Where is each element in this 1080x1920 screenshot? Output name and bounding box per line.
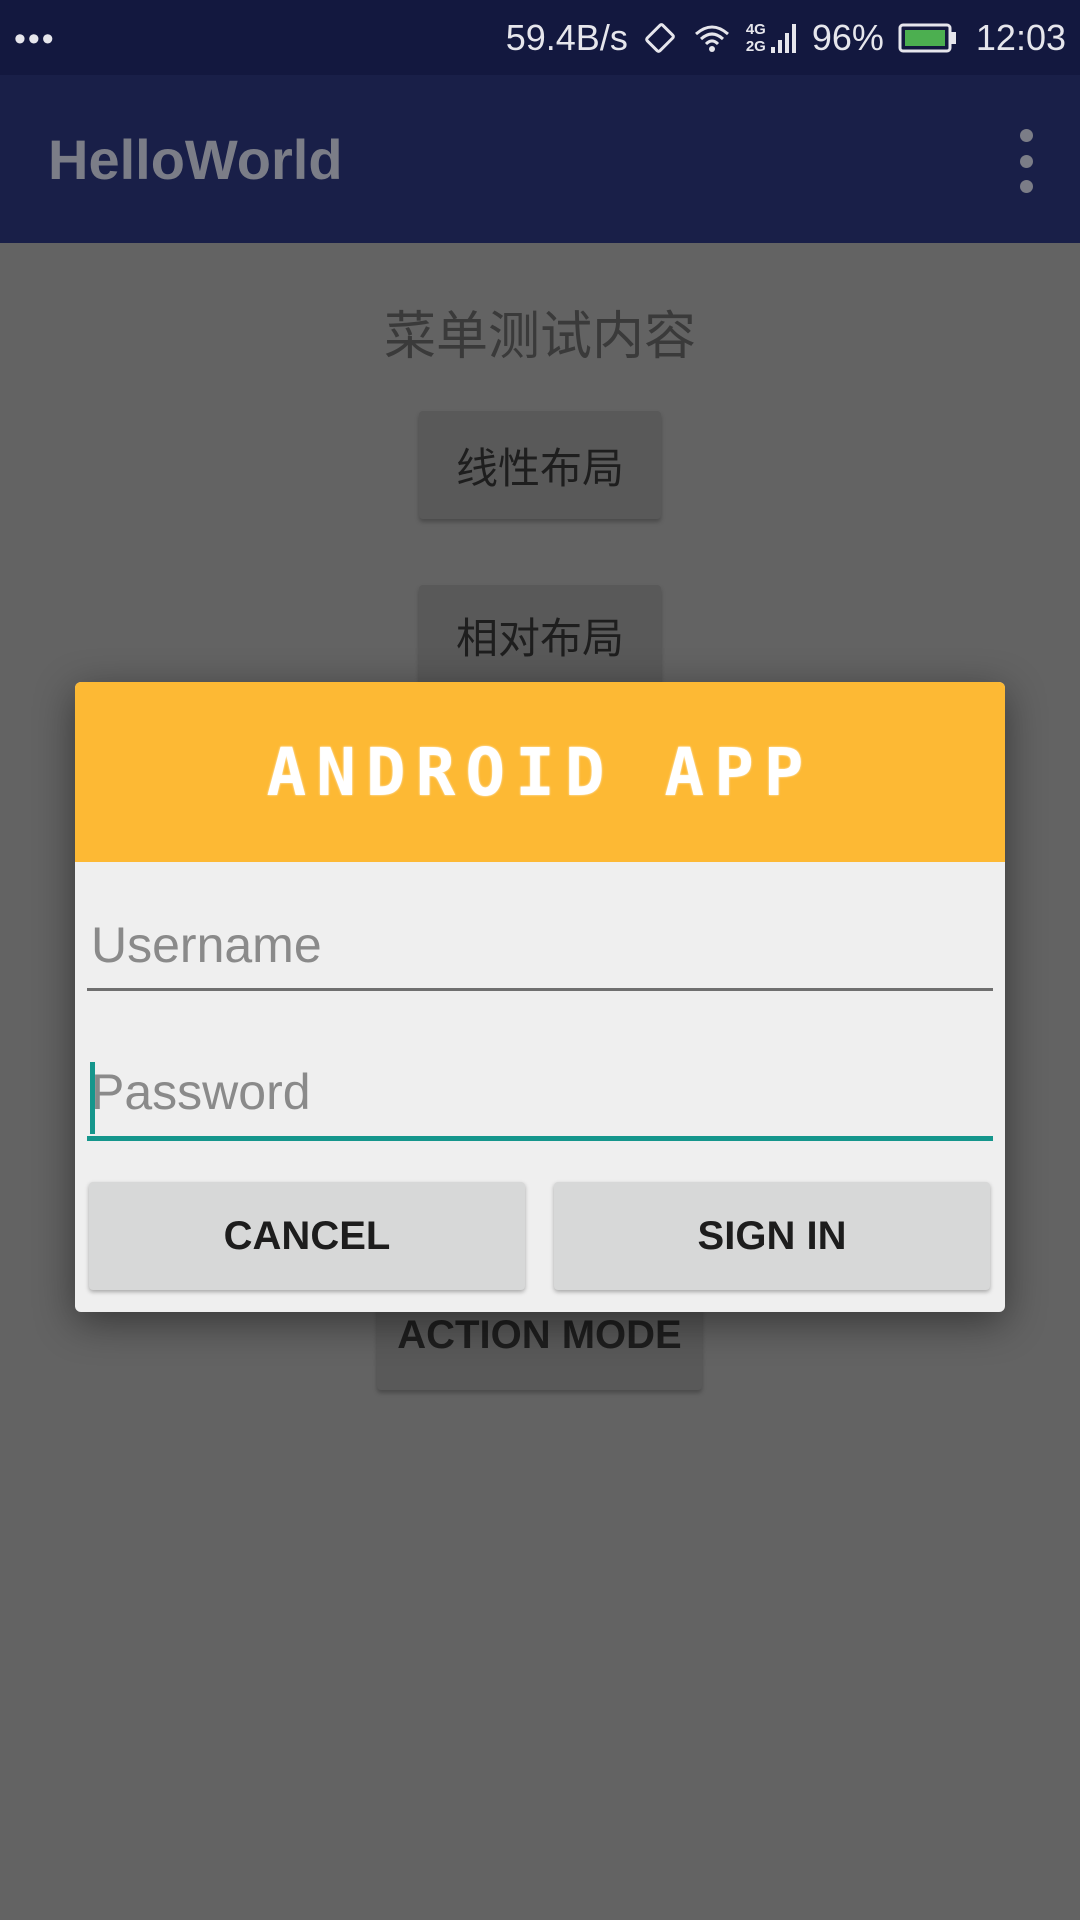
wifi-icon — [692, 20, 732, 56]
battery-percent: 96% — [811, 16, 884, 58]
linear-layout-button[interactable]: 线性布局 — [419, 411, 661, 519]
status-bar: ••• 59.4B/s 4G 2G 96% 12:03 — [0, 0, 1080, 75]
username-input[interactable] — [87, 902, 993, 988]
content-title: 菜单测试内容 — [383, 307, 696, 367]
app-title: HelloWorld — [48, 128, 343, 191]
more-vert-icon[interactable] — [1012, 129, 1040, 193]
app-bar: HelloWorld — [0, 75, 1080, 243]
cancel-button[interactable]: CANCEL — [89, 1182, 525, 1290]
relative-layout-button[interactable]: 相对布局 — [419, 585, 661, 685]
password-input[interactable] — [87, 1048, 993, 1136]
clock: 12:03 — [975, 16, 1066, 58]
network-speed: 59.4B/s — [505, 16, 628, 58]
dialog-header: ANDROID APP — [75, 682, 1005, 862]
network-type-top: 4G — [745, 20, 766, 38]
password-field[interactable] — [87, 1048, 993, 1141]
rotation-icon — [642, 20, 678, 56]
username-field[interactable] — [87, 902, 993, 991]
signal-icon: 4G 2G — [746, 21, 798, 55]
dialog-header-logo: ANDROID APP — [266, 733, 814, 811]
battery-icon — [898, 22, 958, 54]
sign-in-button[interactable]: SIGN IN — [554, 1182, 990, 1290]
network-type-bottom: 2G — [745, 37, 766, 55]
notification-dots-icon: ••• — [14, 20, 56, 58]
login-dialog: ANDROID APP CANCEL SIGN IN — [75, 682, 1005, 1312]
status-indicators: 59.4B/s 4G 2G 96% 12:03 — [506, 0, 1066, 75]
